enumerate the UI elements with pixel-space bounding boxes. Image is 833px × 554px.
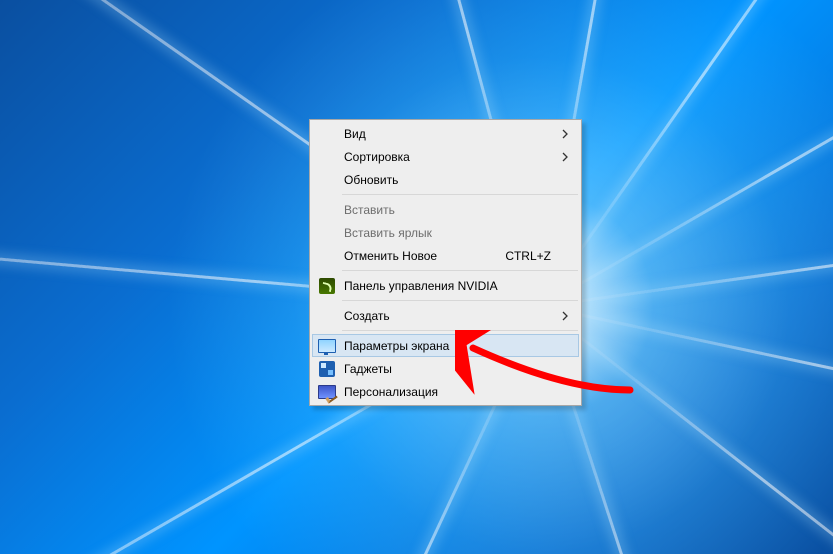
menu-label: Отменить Новое <box>340 249 505 263</box>
menu-item-display-settings[interactable]: Параметры экрана <box>312 334 579 357</box>
blank-icon <box>314 172 340 188</box>
menu-item-view[interactable]: Вид <box>312 122 579 145</box>
menu-label: Вставить ярлык <box>340 226 577 240</box>
menu-item-sort[interactable]: Сортировка <box>312 145 579 168</box>
gadget-icon <box>314 361 340 377</box>
menu-separator <box>342 300 578 301</box>
menu-label: Вид <box>340 127 577 141</box>
blank-icon <box>314 225 340 241</box>
menu-label: Персонализация <box>340 385 577 399</box>
blank-icon <box>314 202 340 218</box>
menu-item-paste: Вставить <box>312 198 579 221</box>
menu-label: Вставить <box>340 203 577 217</box>
nvidia-icon <box>314 278 340 294</box>
menu-separator <box>342 270 578 271</box>
menu-item-paste-shortcut: Вставить ярлык <box>312 221 579 244</box>
blank-icon <box>314 308 340 324</box>
menu-item-new[interactable]: Создать <box>312 304 579 327</box>
personalize-icon <box>314 384 340 400</box>
menu-shortcut: CTRL+Z <box>505 249 577 263</box>
menu-separator <box>342 194 578 195</box>
menu-label: Обновить <box>340 173 577 187</box>
desktop-context-menu: Вид Сортировка Обновить Вставить Вставит… <box>309 119 582 406</box>
chevron-right-icon <box>562 152 569 162</box>
menu-label: Панель управления NVIDIA <box>340 279 577 293</box>
blank-icon <box>314 149 340 165</box>
blank-icon <box>314 126 340 142</box>
menu-item-gadgets[interactable]: Гаджеты <box>312 357 579 380</box>
menu-item-undo-new[interactable]: Отменить Новое CTRL+Z <box>312 244 579 267</box>
menu-item-refresh[interactable]: Обновить <box>312 168 579 191</box>
monitor-icon <box>314 338 340 354</box>
menu-item-nvidia[interactable]: Панель управления NVIDIA <box>312 274 579 297</box>
chevron-right-icon <box>562 129 569 139</box>
menu-item-personalize[interactable]: Персонализация <box>312 380 579 403</box>
blank-icon <box>314 248 340 264</box>
menu-label: Параметры экрана <box>340 339 577 353</box>
chevron-right-icon <box>562 311 569 321</box>
menu-label: Создать <box>340 309 577 323</box>
menu-separator <box>342 330 578 331</box>
menu-label: Гаджеты <box>340 362 577 376</box>
menu-label: Сортировка <box>340 150 577 164</box>
